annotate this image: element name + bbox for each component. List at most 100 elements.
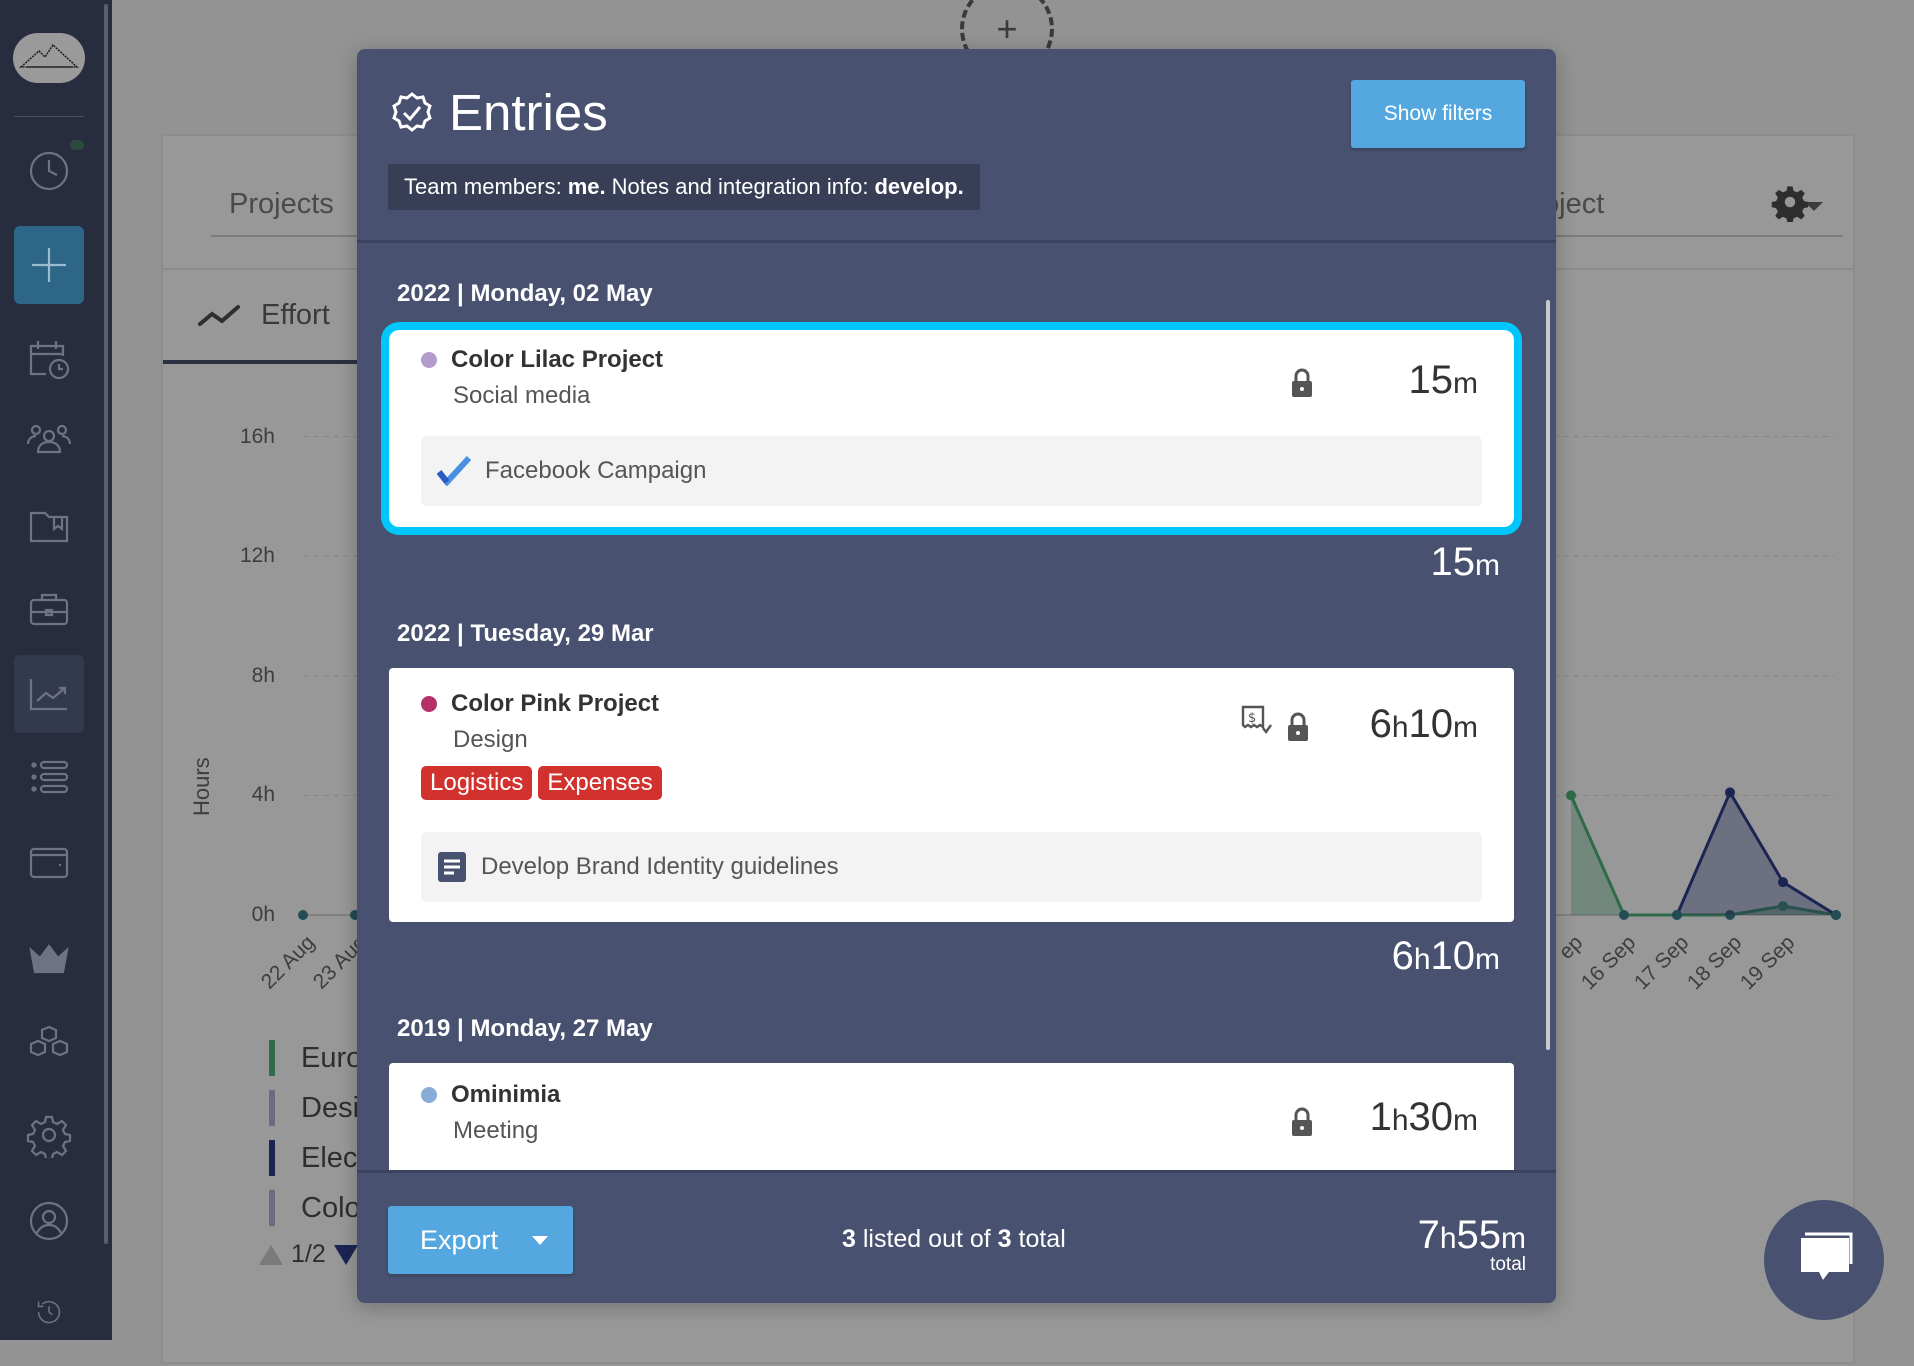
day-subtotal: 15m <box>1430 540 1501 584</box>
task-name: Design <box>453 726 528 753</box>
clock-icon <box>29 151 69 191</box>
entry-card[interactable]: Color Pink Project Design Logistics Expe… <box>389 668 1514 922</box>
task-name: Social media <box>453 382 591 409</box>
sidebar-item-projects[interactable] <box>14 487 84 565</box>
svg-text:$: $ <box>1248 711 1256 726</box>
notes-value: develop. <box>874 174 964 199</box>
briefcase-icon <box>29 593 69 626</box>
note-text: Facebook Campaign <box>485 457 707 484</box>
entries-modal: Entries Show filters Team members: me. Not… <box>357 49 1556 1303</box>
project-color-dot <box>421 1087 437 1103</box>
export-label: Export <box>420 1224 499 1255</box>
entry-card[interactable]: Ominimia Meeting 1h30m <box>389 1063 1514 1170</box>
sidebar <box>0 0 112 1340</box>
project-color-dot <box>421 696 437 712</box>
team-label: Team members: <box>404 174 562 199</box>
tag[interactable]: Expenses <box>538 766 662 800</box>
modal-title: Entries <box>389 83 608 142</box>
sidebar-item-clients[interactable] <box>14 570 84 648</box>
sidebar-item-billing[interactable] <box>14 823 84 901</box>
lock-icon <box>1292 368 1312 397</box>
entry-note: Develop Brand Identity guidelines <box>421 832 1482 902</box>
legend-next-icon[interactable] <box>333 1244 358 1265</box>
project-name: Color Pink Project <box>451 690 660 717</box>
sidebar-item-premium[interactable] <box>14 920 84 998</box>
people-icon <box>26 424 72 454</box>
team-info: Team members: me. Notes and integration in… <box>388 164 980 210</box>
sidebar-item-history[interactable] <box>14 1272 84 1352</box>
legend-item[interactable]: Elect <box>269 1140 365 1176</box>
legend-prev-icon[interactable] <box>259 1244 283 1265</box>
sidebar-divider <box>14 116 84 117</box>
lock-icon <box>1292 1107 1312 1136</box>
legend-item[interactable]: Desi <box>269 1090 359 1126</box>
day-subtotal: 6h10m <box>1391 934 1500 978</box>
legend-label: Colo <box>301 1191 361 1224</box>
tag-list: Logistics Expenses <box>421 766 662 800</box>
team-members: me. <box>567 174 606 199</box>
entry-duration: 1h30m <box>1369 1095 1478 1139</box>
chevron-down-icon <box>532 1235 549 1245</box>
cubes-icon <box>29 1025 69 1057</box>
sidebar-scrollbar[interactable] <box>104 4 108 1244</box>
entries-list: 2022 | Monday, 02 May Color Lilac Projec… <box>357 246 1556 1170</box>
receipt-dollar-icon: $ <box>1241 705 1272 735</box>
crown-icon <box>29 944 69 974</box>
chat-button[interactable] <box>1764 1200 1884 1320</box>
legend-label: Elect <box>301 1141 366 1174</box>
notes-label: Notes and integration info: <box>611 174 869 199</box>
modal-footer: Export 3 listed out of 3 total 7h55m tot… <box>357 1170 1556 1303</box>
legend-label: Desi <box>301 1091 360 1124</box>
note-text: Develop Brand Identity guidelines <box>481 853 839 880</box>
chart-icon <box>29 679 67 711</box>
sidebar-item-reports[interactable] <box>14 655 84 733</box>
logo[interactable] <box>13 33 85 83</box>
total-duration: 7h55m total <box>1417 1213 1526 1275</box>
show-filters-button[interactable]: Show filters <box>1351 80 1525 148</box>
data-point <box>1831 910 1841 920</box>
data-point <box>1566 790 1576 801</box>
sidebar-item-entries[interactable] <box>14 738 84 816</box>
legend-item[interactable]: Euro <box>269 1040 362 1076</box>
project-name: Color Lilac Project <box>451 346 664 373</box>
entry-card[interactable]: Color Lilac Project Social media 15m Fac… <box>389 330 1514 527</box>
legend-item[interactable]: Colo <box>269 1190 361 1226</box>
y-tick-label: 8h <box>251 663 275 687</box>
legend-swatch <box>269 1190 275 1226</box>
plus-icon <box>32 248 66 282</box>
legend-label: Euro <box>301 1041 363 1074</box>
task-name: Meeting <box>453 1117 539 1144</box>
sidebar-item-team[interactable] <box>14 400 84 478</box>
wallet-icon <box>29 847 69 879</box>
document-icon <box>438 852 466 882</box>
legend-page: 1/2 <box>291 1240 326 1268</box>
sidebar-item-add[interactable] <box>14 226 84 304</box>
data-point <box>1619 910 1629 920</box>
sidebar-item-calendar[interactable] <box>14 320 84 398</box>
gear-icon <box>26 1115 72 1158</box>
entry-note: Facebook Campaign <box>421 436 1482 506</box>
calendar-clock-icon <box>29 341 70 380</box>
y-tick-label: 0h <box>251 903 275 926</box>
legend-swatch <box>269 1040 275 1076</box>
title-text: Entries <box>449 84 608 141</box>
date-heading: 2022 | Tuesday, 29 Mar <box>397 620 654 647</box>
legend-pager: 1/2 <box>259 1240 358 1269</box>
project-name: Ominimia <box>451 1081 561 1108</box>
tag[interactable]: Logistics <box>421 766 533 800</box>
data-point <box>1778 877 1788 888</box>
y-tick-label: 4h <box>251 783 275 807</box>
online-indicator <box>70 140 84 150</box>
user-circle-icon <box>29 1201 69 1241</box>
project-color-dot <box>421 352 437 368</box>
export-button[interactable]: Export <box>388 1206 573 1274</box>
entries-scrollbar[interactable] <box>1546 300 1550 1050</box>
sidebar-item-account[interactable] <box>14 1182 84 1260</box>
legend-swatch <box>269 1140 275 1176</box>
date-heading: 2019 | Monday, 27 May <box>397 1015 653 1042</box>
data-point <box>1725 787 1735 798</box>
book-icon <box>29 511 69 543</box>
series-area <box>1677 792 1836 915</box>
sidebar-item-settings[interactable] <box>14 1096 84 1174</box>
sidebar-item-integrations[interactable] <box>14 1006 84 1084</box>
